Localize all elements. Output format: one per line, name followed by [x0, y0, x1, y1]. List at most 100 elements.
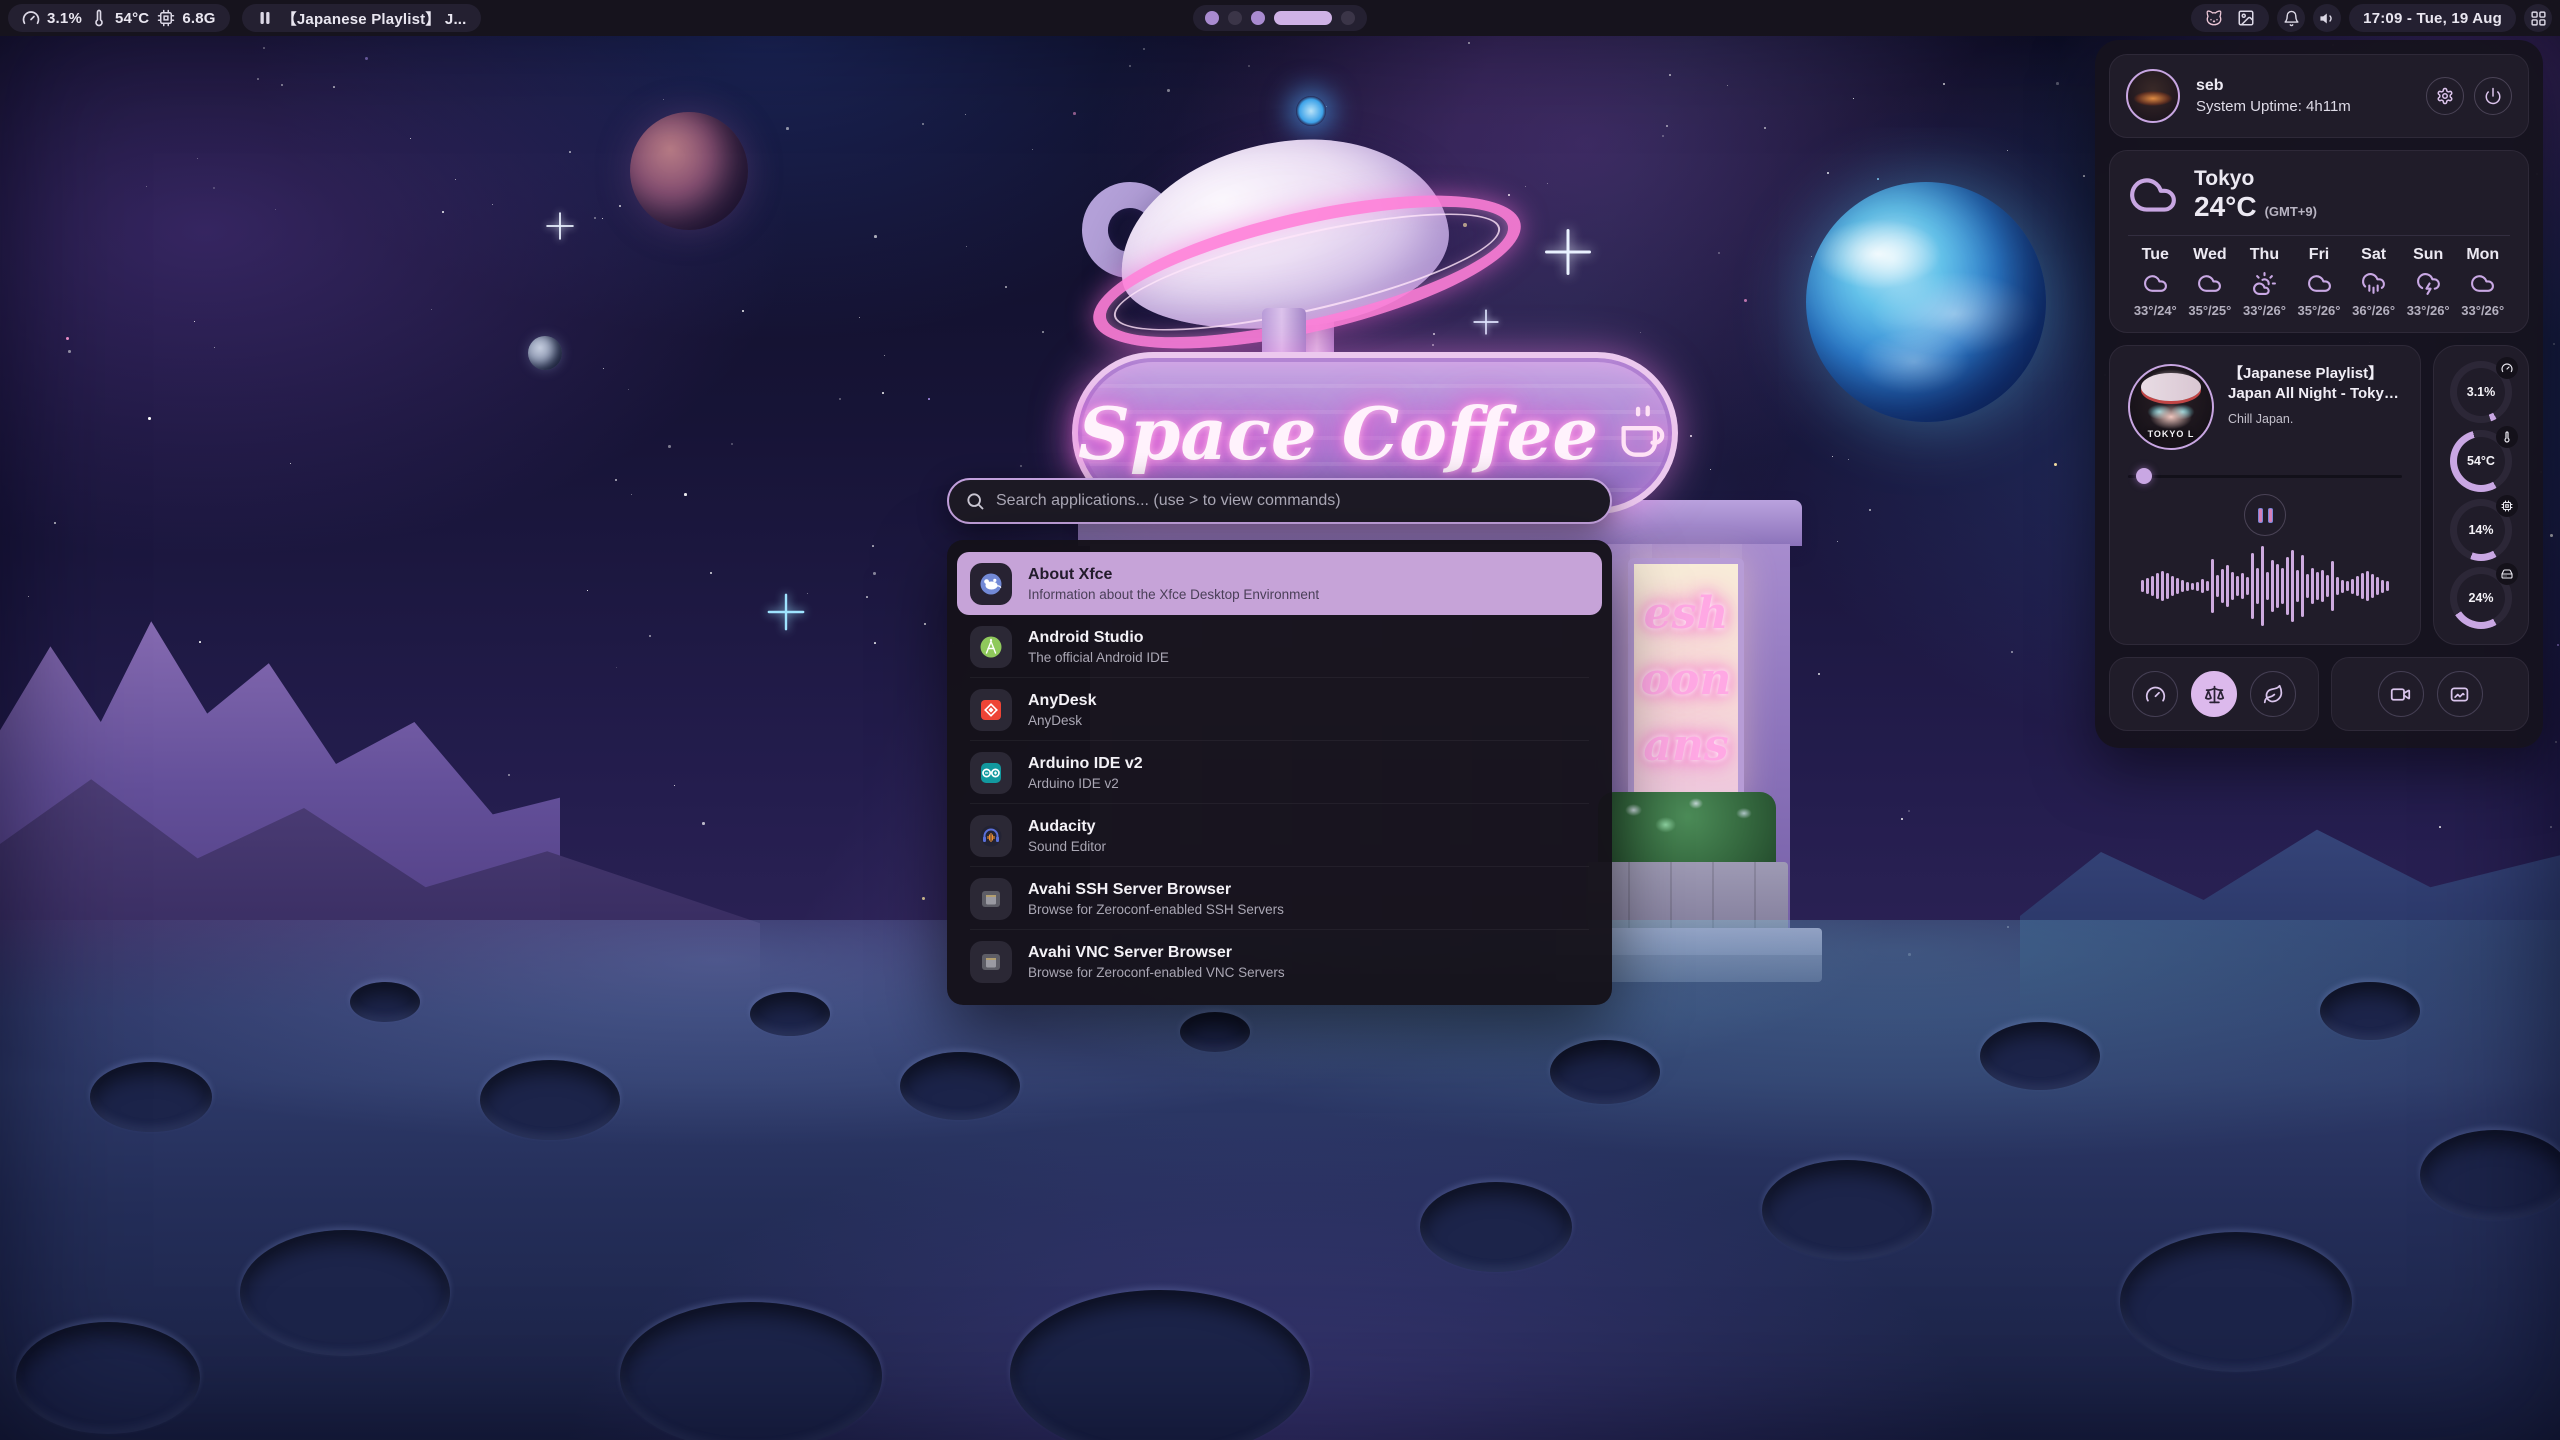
leaf-icon [2263, 684, 2284, 705]
sign-neon-text: Space Coffee [1078, 391, 1598, 476]
crater [350, 982, 420, 1022]
wallpaper-icon[interactable] [2237, 9, 2255, 27]
workspace-dot-empty[interactable] [1341, 11, 1355, 25]
network-port-icon [970, 941, 1012, 983]
forecast-day: Mon 33°/26° [2455, 246, 2510, 318]
profile-powersaver-button[interactable] [2250, 671, 2296, 717]
system-stats-pill[interactable]: 3.1% 54°C 6.8G [8, 4, 230, 32]
forecast-day: Tue 33°/24° [2128, 246, 2183, 318]
power-icon [2484, 87, 2502, 105]
temperature-stat: 54°C [90, 9, 149, 27]
earth-planet [1806, 182, 2046, 422]
workspace-dot-occupied[interactable] [1205, 11, 1219, 25]
temperature-value: 54°C [115, 10, 149, 27]
result-subtitle: Information about the Xfce Desktop Envir… [1028, 587, 1319, 602]
steaming-cup-icon [1614, 404, 1672, 462]
crater [900, 1052, 1020, 1120]
profile-balanced-button[interactable] [2191, 671, 2237, 717]
window-neon-text: ans [1634, 713, 1738, 779]
result-title: Arduino IDE v2 [1028, 755, 1143, 773]
screen-record-button[interactable] [2378, 671, 2424, 717]
dashboard-button[interactable] [2524, 4, 2552, 32]
seek-slider[interactable] [2128, 468, 2402, 484]
result-row-avahi-ssh[interactable]: Avahi SSH Server BrowserBrowse for Zeroc… [957, 867, 1602, 930]
workspace-dot-active[interactable] [1274, 11, 1332, 25]
video-camera-icon [2390, 684, 2411, 705]
capture-card [2331, 657, 2529, 731]
forecast-day: Fri 35°/26° [2292, 246, 2347, 318]
workspace-dot-occupied[interactable] [1251, 11, 1265, 25]
thermometer-icon [90, 9, 108, 27]
result-title: Android Studio [1028, 629, 1169, 647]
result-row-audacity[interactable]: AudacitySound Editor [957, 804, 1602, 867]
gauge-icon [2145, 684, 2166, 705]
result-row-arduino[interactable]: Arduino IDE v2Arduino IDE v2 [957, 741, 1602, 804]
result-subtitle: AnyDesk [1028, 713, 1096, 728]
result-title: AnyDesk [1028, 692, 1096, 710]
result-subtitle: Sound Editor [1028, 839, 1106, 854]
weather-timezone: (GMT+9) [2265, 204, 2317, 219]
seek-track [2128, 475, 2402, 478]
profile-performance-button[interactable] [2132, 671, 2178, 717]
arduino-icon [970, 752, 1012, 794]
pause-icon [256, 9, 274, 27]
small-moon [528, 336, 562, 370]
power-button[interactable] [2474, 77, 2512, 115]
crater [480, 1060, 620, 1140]
search-icon [965, 491, 985, 511]
blue-star [1296, 96, 1326, 126]
settings-button[interactable] [2426, 77, 2464, 115]
workspace-dot-empty[interactable] [1228, 11, 1242, 25]
crater [1550, 1040, 1660, 1104]
top-status-bar: 3.1% 54°C 6.8G 【Japanese Playlist】 J... [0, 0, 2560, 36]
play-pause-button[interactable] [2244, 494, 2286, 536]
cloud-icon [2128, 170, 2178, 220]
track-title: 【Japanese Playlist】 Japan All Night - To… [2228, 364, 2402, 405]
cpu-ring: 3.1% [2450, 361, 2512, 423]
clock-pill[interactable]: 17:09 - Tue, 19 Aug [2349, 4, 2516, 32]
now-playing-pill[interactable]: 【Japanese Playlist】 J... [242, 4, 481, 32]
disk-ring: 24% [2450, 567, 2512, 629]
clock-label: 17:09 - Tue, 19 Aug [2363, 10, 2502, 27]
cloud-rain-icon [2361, 271, 2386, 296]
cpu-usage-stat: 3.1% [22, 9, 82, 27]
notifications-button[interactable] [2277, 4, 2305, 32]
volume-button[interactable] [2313, 4, 2341, 32]
thermometer-icon [2501, 431, 2513, 443]
result-title: Avahi VNC Server Browser [1028, 944, 1285, 962]
gauge-icon [22, 9, 40, 27]
purple-planet [630, 112, 748, 230]
crater [90, 1062, 212, 1132]
search-input[interactable] [996, 492, 1594, 510]
track-artist: Chill Japan. [2228, 412, 2402, 426]
forecast-day: Sat 36°/26° [2346, 246, 2401, 318]
media-player-card: TOKYO L 【Japanese Playlist】 Japan All Ni… [2109, 345, 2421, 645]
result-row-avahi-vnc[interactable]: Avahi VNC Server BrowserBrowse for Zeroc… [957, 930, 1602, 993]
search-results: About Xfce Information about the Xfce Des… [947, 540, 1612, 1005]
screenshot-button[interactable] [2437, 671, 2483, 717]
result-title: About Xfce [1028, 566, 1319, 584]
result-subtitle: The official Android IDE [1028, 650, 1169, 665]
crater [1980, 1022, 2100, 1090]
result-row-about-xfce[interactable]: About Xfce Information about the Xfce Des… [957, 552, 1602, 615]
avatar[interactable] [2126, 69, 2180, 123]
forecast-day: Thu 33°/26° [2237, 246, 2292, 318]
result-row-anydesk[interactable]: AnyDesk AnyDesk [957, 678, 1602, 741]
result-row-android-studio[interactable]: Android Studio The official Android IDE [957, 615, 1602, 678]
gear-icon [2436, 87, 2454, 105]
forecast-day: Sun 33°/26° [2401, 246, 2456, 318]
seek-thumb[interactable] [2136, 468, 2152, 484]
search-box[interactable] [947, 478, 1612, 524]
weather-forecast: Tue 33°/24° Wed 35°/25° Thu 33°/26° Fri … [2128, 246, 2510, 318]
gauge-icon [2501, 362, 2513, 374]
app-launcher: About Xfce Information about the Xfce Des… [947, 478, 1612, 1005]
cat-icon[interactable] [2205, 9, 2223, 27]
audio-visualizer [2128, 540, 2402, 632]
workspace-dots [1193, 5, 1367, 31]
forecast-day: Wed 35°/25° [2183, 246, 2238, 318]
audacity-icon [970, 815, 1012, 857]
album-art-caption: TOKYO L [2130, 429, 2212, 439]
cloud-icon [2197, 271, 2222, 296]
shop-window: esh oon ans [1628, 558, 1744, 802]
weather-card: Tokyo 24°C (GMT+9) Tue 33°/24° Wed 35°/2… [2109, 150, 2529, 333]
